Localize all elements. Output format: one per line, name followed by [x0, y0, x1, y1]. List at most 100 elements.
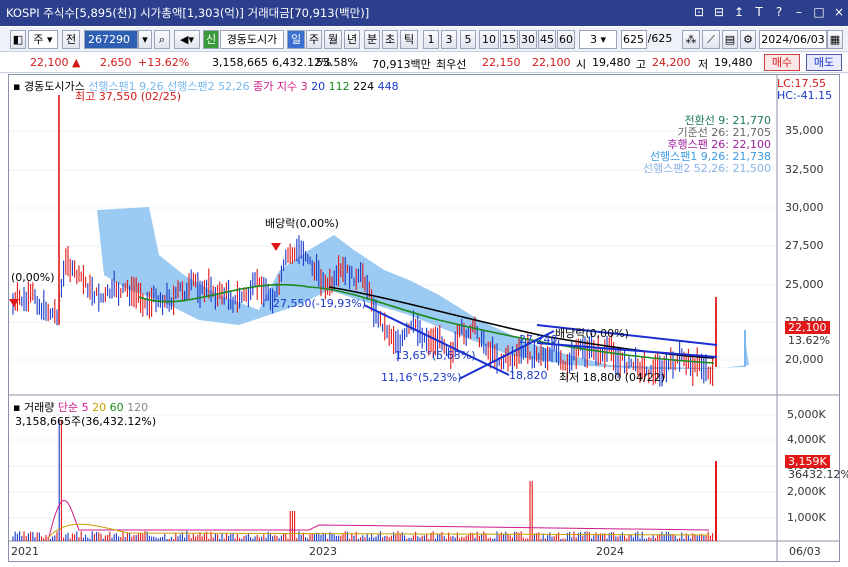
volume-y-tick: 5,000K: [787, 408, 826, 421]
interval-30[interactable]: 30: [519, 30, 537, 49]
sell-button[interactable]: 매도: [806, 54, 842, 71]
help-icon[interactable]: ?: [772, 3, 786, 21]
chart-area[interactable]: ▪ 경동도시가스 선행스팬1 9,26 선행스팬2 52,26 종가 지수 3 …: [8, 74, 848, 562]
x-tick: 06/03: [789, 545, 821, 558]
interval-15[interactable]: 15: [500, 30, 518, 49]
bar-total: /625: [647, 32, 673, 45]
draw-icon[interactable]: ⟋: [702, 30, 720, 49]
y-tick: 20,000: [785, 353, 824, 366]
volume-y-tick: 1,000K: [787, 511, 826, 524]
high-price: 24,200: [652, 56, 691, 69]
ichimoku-span2: 선행스팬2 52,26: 21,500: [642, 162, 771, 175]
up-triangle-icon: ▲: [72, 56, 81, 69]
window-title: KOSPI 주식수[5,895(천)] 시가총액[1,303(억)] 거래대금[…: [6, 6, 370, 20]
volume-y-tick: 4,000K: [787, 433, 826, 446]
minimize-button[interactable]: –: [792, 3, 806, 21]
y-tick: 25,000: [785, 278, 824, 291]
volume-current-pct: 36432.12%: [788, 468, 848, 481]
bar-count-input[interactable]: 625: [621, 30, 647, 49]
x-tick: 2024: [596, 545, 624, 558]
trend-annotation-2: 13,65°(5,63%): [395, 349, 476, 362]
legend-box-icon: ▪: [13, 80, 21, 93]
current-pct-tag: 13.62%: [788, 334, 830, 347]
panel-toggle-icon[interactable]: ◧: [10, 30, 26, 49]
interval-3[interactable]: 3: [441, 30, 457, 49]
volume-current-tag: 3,159K: [785, 455, 830, 468]
y-tick: 35,000: [785, 124, 824, 137]
ichimoku-values: 전환선 9: 21,770 기준선 26: 21,705 후행스팬 26: 22…: [643, 115, 771, 175]
interval-1[interactable]: 1: [423, 30, 439, 49]
price-change: 2,650: [100, 56, 132, 69]
legend-ma-112: 112: [328, 80, 350, 93]
close-button[interactable]: ×: [832, 3, 846, 21]
min-annotation: 최저 18,800 (04/22): [559, 371, 666, 384]
volume-ma-line: [48, 499, 710, 538]
low-label: 저: [698, 58, 709, 71]
link-icon[interactable]: ⊡: [692, 3, 706, 21]
price-change-pct: +13.62%: [138, 56, 190, 69]
font-icon[interactable]: T: [752, 3, 766, 21]
legend-ma-448: 448: [377, 80, 399, 93]
dividend-annotation-1: 배당락(0,00%): [265, 217, 339, 230]
period-minute[interactable]: 분: [364, 30, 380, 49]
legend-ma-label: 종가 지수 3: [253, 80, 308, 93]
high-label: 고: [636, 58, 647, 71]
period-week[interactable]: 주: [306, 30, 322, 49]
period-tick[interactable]: 틱: [400, 30, 418, 49]
trend-annotation-4: 18,820: [509, 369, 548, 382]
best-bid: 22,100: [532, 56, 571, 69]
save-icon[interactable]: ▤: [722, 30, 738, 49]
best-ask-label: 최우선: [436, 58, 467, 71]
volume: 3,158,665: [212, 56, 268, 69]
tools-icon[interactable]: ⁂: [682, 30, 700, 49]
interval-select-value: 3: [589, 33, 597, 46]
toolbar: ◧ 주 ▾ 전 267290 ▾ ⌕ ◀▾ 신 경동도시가 일 주 월 년 분 …: [0, 27, 848, 52]
window-title-bar: KOSPI 주식수[5,895(천)] 시가총액[1,303(억)] 거래대금[…: [0, 0, 848, 26]
interval-5[interactable]: 5: [460, 30, 476, 49]
volume-value: 3,158,665주(36,432.12%): [15, 415, 157, 428]
period-year[interactable]: 년: [344, 30, 360, 49]
interval-45[interactable]: 45: [538, 30, 556, 49]
trend-annotation-5: 27,240: [519, 333, 558, 346]
y-tick: 27,500: [785, 239, 824, 252]
trend-annotation-1: 27,550(-19,93%): [273, 297, 366, 310]
period-month[interactable]: 월: [324, 30, 342, 49]
calendar-icon[interactable]: ▦: [827, 30, 843, 49]
search-icon[interactable]: ⌕: [154, 30, 170, 49]
period-day[interactable]: 일: [287, 30, 305, 49]
period-second[interactable]: 초: [382, 30, 398, 49]
interval-60[interactable]: 60: [557, 30, 575, 49]
y-tick: 30,000: [785, 201, 824, 214]
buy-button[interactable]: 매수: [764, 54, 800, 71]
layout-icon[interactable]: ⊟: [712, 3, 726, 21]
down-arrow-icon: [271, 243, 281, 251]
current-price-tag: 22,100: [785, 321, 830, 334]
ticker-input[interactable]: 267290: [84, 30, 138, 49]
type-select[interactable]: 주 ▾: [28, 30, 58, 49]
interval-select[interactable]: 3 ▾: [579, 30, 617, 49]
ichimoku-cloud: [97, 207, 749, 369]
interval-10[interactable]: 10: [479, 30, 499, 49]
stock-name: 경동도시가: [220, 30, 284, 49]
open-price: 19,480: [592, 56, 631, 69]
pin-icon[interactable]: ↥: [732, 3, 746, 21]
dividend-annotation-2: 배당락(0,00%): [555, 327, 629, 340]
trend-annotation-3: 11,16°(5,23%): [381, 371, 462, 384]
gear-icon[interactable]: ⚙: [740, 30, 756, 49]
hc-label: HC:-41.15: [777, 89, 833, 102]
price-legend: ▪ 경동도시가스 선행스팬1 9,26 선행스팬2 52,26 종가 지수 3 …: [13, 78, 399, 94]
new-badge: 신: [203, 30, 219, 49]
date-input[interactable]: 2024/06/03: [759, 30, 827, 49]
maximize-button[interactable]: □: [812, 3, 826, 21]
best-ask: 22,150: [482, 56, 521, 69]
market-button[interactable]: 전: [62, 30, 80, 49]
ticker-dropdown-icon[interactable]: ▾: [138, 30, 152, 49]
type-label: 주: [33, 33, 44, 46]
y-tick: 32,500: [785, 163, 824, 176]
legend-ma-20: 20: [311, 80, 326, 93]
x-tick: 2021: [11, 545, 39, 558]
x-tick: 2023: [309, 545, 337, 558]
low-price: 19,480: [714, 56, 753, 69]
trade-amount: 70,913백만: [372, 58, 431, 71]
sound-icon[interactable]: ◀▾: [174, 30, 200, 49]
